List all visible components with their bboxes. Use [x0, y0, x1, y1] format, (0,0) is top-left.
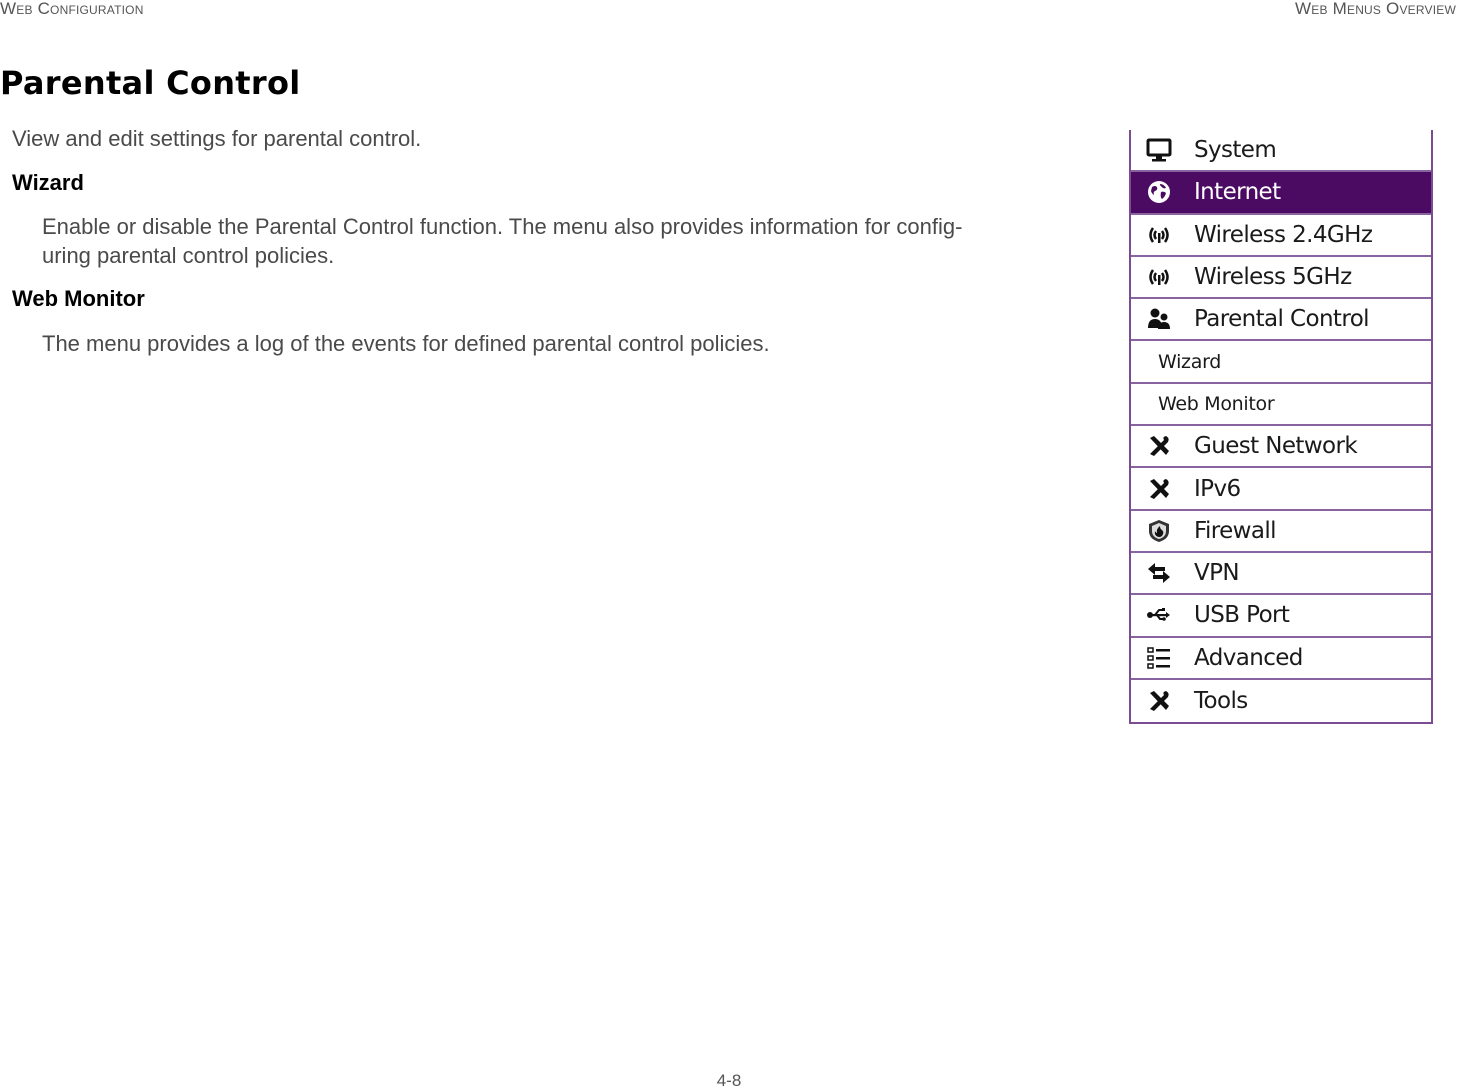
list-icon [1145, 644, 1173, 672]
menu-label: Parental Control [1194, 306, 1370, 333]
exchange-arrows-icon [1145, 559, 1173, 587]
menu-item-advanced[interactable]: Advanced [1131, 637, 1431, 680]
running-header-right: Web Menus Overview [1295, 0, 1456, 18]
menu-label: Internet [1194, 179, 1281, 206]
description-wizard: Enable or disable the Parental Control f… [42, 214, 963, 268]
menu-label: Web Monitor [1158, 392, 1275, 415]
menu-label: USB Port [1194, 602, 1290, 629]
menu-label: System [1194, 137, 1277, 164]
menu-item-firewall[interactable]: Firewall [1131, 510, 1431, 553]
term-wizard: Wizard [12, 170, 84, 195]
menu-item-ipv6[interactable]: IPv6 [1131, 468, 1431, 511]
menu-label: Guest Network [1194, 433, 1358, 460]
menu-label: Wireless 5GHz [1194, 264, 1352, 291]
term-web-monitor: Web Monitor [12, 286, 145, 311]
running-header-left: Web Configuration [0, 0, 144, 18]
menu-item-usb-port[interactable]: USB Port [1131, 595, 1431, 638]
web-menu-sidebar: System Internet Wireless 2.4GHz Wireless… [1129, 130, 1433, 725]
menu-item-wireless-24ghz[interactable]: Wireless 2.4GHz [1131, 214, 1431, 257]
menu-subitem-wizard[interactable]: Wizard [1131, 341, 1431, 384]
page-title: Parental Control [0, 64, 301, 102]
shield-fire-icon [1145, 517, 1173, 545]
wireless-icon [1145, 221, 1173, 249]
page-number: 4-8 [716, 1071, 742, 1090]
menu-label: Tools [1194, 688, 1248, 714]
users-icon [1145, 305, 1173, 333]
menu-item-parental-control[interactable]: Parental Control [1131, 299, 1431, 342]
menu-label: Advanced [1194, 644, 1303, 671]
menu-label: Wireless 2.4GHz [1194, 221, 1373, 248]
monitor-icon [1145, 136, 1173, 164]
description-web-monitor: The menu provides a log of the events fo… [42, 331, 770, 356]
menu-item-wireless-5ghz[interactable]: Wireless 5GHz [1131, 256, 1431, 300]
menu-subitem-web-monitor[interactable]: Web Monitor [1131, 383, 1431, 427]
tools-icon [1145, 475, 1173, 503]
menu-label: Wizard [1158, 350, 1222, 373]
menu-item-vpn[interactable]: VPN [1131, 552, 1431, 596]
menu-label: IPv6 [1194, 475, 1241, 502]
menu-item-tools[interactable]: Tools [1131, 679, 1431, 723]
menu-item-internet[interactable]: Internet [1131, 172, 1431, 215]
tools-icon [1145, 687, 1173, 715]
menu-label: Firewall [1194, 517, 1277, 544]
menu-item-guest-network[interactable]: Guest Network [1131, 426, 1431, 469]
globe-icon [1145, 178, 1173, 206]
menu-item-system[interactable]: System [1131, 130, 1431, 173]
tools-icon [1145, 432, 1173, 460]
menu-label: VPN [1194, 560, 1240, 587]
usb-icon [1145, 601, 1173, 629]
intro-text: View and edit settings for parental cont… [12, 126, 422, 151]
wireless-icon [1145, 263, 1173, 291]
